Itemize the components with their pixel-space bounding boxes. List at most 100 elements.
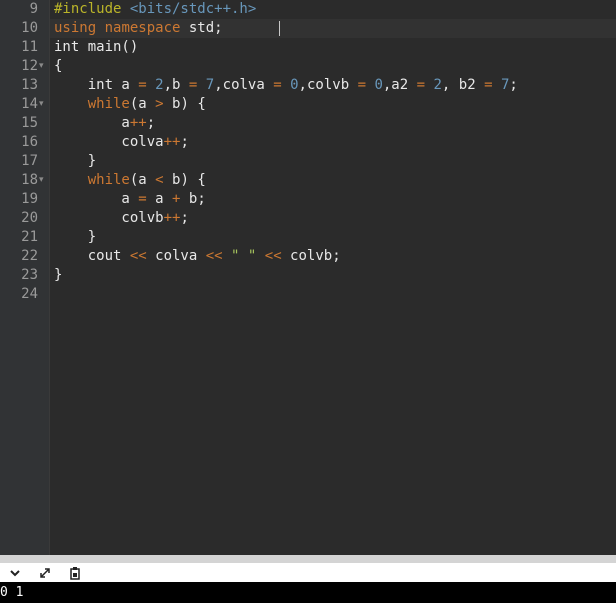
line-number: 21 (21, 229, 38, 245)
code-token: cout (54, 248, 130, 264)
line-number: 17 (21, 153, 38, 169)
line-number: 22 (21, 248, 38, 264)
code-token: " " (231, 248, 257, 264)
line-number: 16 (21, 134, 38, 150)
code-token: int a (54, 77, 139, 93)
code-line[interactable]: 18 ▾ while(a < b) { (21, 171, 616, 190)
console-output-panel: 0 1 (0, 582, 616, 603)
line-number: 18 (21, 172, 38, 188)
console-toolbar (0, 563, 616, 582)
line-number: 12 (21, 58, 38, 74)
code-token: ,b (163, 77, 189, 93)
console-output-text: 0 1 (0, 585, 24, 600)
code-token: while (87, 172, 130, 188)
code-token: colva (146, 248, 206, 264)
code-token: << (264, 248, 282, 264)
code-line[interactable]: 11 int main() (21, 38, 616, 57)
code-token: 0 (374, 77, 383, 93)
code-text: colva++; (54, 133, 189, 152)
line-number: 13 (21, 77, 38, 93)
code-text: a++; (54, 114, 155, 133)
code-token: = (138, 77, 147, 93)
code-text: } (54, 228, 96, 247)
code-line[interactable]: 13 int a = 2,b = 7,colva = 0,colvb = 0,a… (21, 76, 616, 95)
code-token: #include (54, 1, 130, 17)
code-token: } (54, 267, 63, 283)
code-token: 7 (205, 77, 215, 93)
code-token: ++ (163, 210, 181, 226)
code-token: colvb (54, 210, 164, 226)
code-token: 0 (290, 77, 299, 93)
line-number: 24 (21, 286, 38, 302)
code-token: { (54, 58, 63, 74)
code-line[interactable]: 22 cout << colva << " " << colvb; (21, 247, 616, 266)
code-area[interactable]: 9 #include <bits/stdc++.h> 10 using namespa… (21, 0, 616, 304)
line-number: 14 (21, 96, 38, 112)
code-text: while(a > b) { (54, 95, 206, 114)
code-token: < (155, 172, 164, 188)
collapse-chevron-icon[interactable] (6, 564, 24, 581)
code-token: ; (509, 77, 518, 93)
code-token: (a (129, 172, 156, 188)
code-token: ; (180, 210, 189, 226)
expand-arrows-icon[interactable] (36, 564, 54, 581)
code-token: } (54, 229, 97, 245)
code-line[interactable]: 14 ▾ while(a > b) { (21, 95, 616, 114)
code-token: ++ (163, 134, 181, 150)
code-text: #include <bits/stdc++.h> (54, 0, 256, 19)
code-token: > (155, 96, 164, 112)
code-token: << (205, 248, 223, 264)
code-line[interactable]: 19 a = a + b; (21, 190, 616, 209)
code-text: { (54, 57, 62, 76)
fold-toggle-icon[interactable]: ▾ (39, 57, 47, 76)
code-text: using namespace std; (54, 19, 223, 38)
code-token: std; (180, 20, 223, 36)
code-line[interactable]: 16 colva++; (21, 133, 616, 152)
code-text: int a = 2,b = 7,colva = 0,colvb = 0,a2 =… (54, 76, 518, 95)
code-line[interactable]: 23} (21, 266, 616, 285)
code-line[interactable]: 20 colvb++; (21, 209, 616, 228)
clipboard-icon[interactable] (66, 564, 84, 581)
line-number: 20 (21, 210, 38, 226)
code-token: ++ (129, 115, 147, 131)
code-editor[interactable]: 9 #include <bits/stdc++.h> 10 using namespa… (0, 0, 616, 555)
code-token: ,a2 (382, 77, 417, 93)
code-token: , b2 (441, 77, 485, 93)
fold-toggle-icon[interactable]: ▾ (39, 95, 47, 114)
code-text: a = a + b; (54, 190, 205, 209)
code-line[interactable]: 24 (21, 285, 616, 304)
code-token: <bits/stdc++.h> (129, 1, 257, 17)
code-token: ,colvb (298, 77, 358, 93)
panel-splitter[interactable] (0, 555, 616, 563)
code-line[interactable]: 9 #include <bits/stdc++.h> (30, 0, 616, 19)
code-token: int main() (54, 39, 139, 55)
code-token: while (87, 96, 130, 112)
fold-toggle-icon[interactable]: ▾ (39, 171, 47, 190)
code-line[interactable]: 21 } (21, 228, 616, 247)
code-token: colvb; (281, 248, 341, 264)
code-token: = (273, 77, 282, 93)
code-token: ; (146, 115, 156, 131)
line-number: 15 (21, 115, 38, 131)
code-token: 2 (433, 77, 442, 93)
code-line[interactable]: 17 } (21, 152, 616, 171)
code-token: = (416, 77, 426, 93)
code-token: ; (180, 134, 189, 150)
code-line[interactable]: 10 using namespace std; (21, 19, 616, 38)
code-token: << (129, 248, 147, 264)
code-token: } (54, 153, 97, 169)
code-token: ,colva (214, 77, 274, 93)
line-number: 9 (29, 1, 38, 17)
code-line[interactable]: 12 ▾ { (21, 57, 616, 76)
code-line[interactable]: 15 a++; (21, 114, 616, 133)
code-token: = (484, 77, 493, 93)
code-token: a (54, 115, 130, 131)
